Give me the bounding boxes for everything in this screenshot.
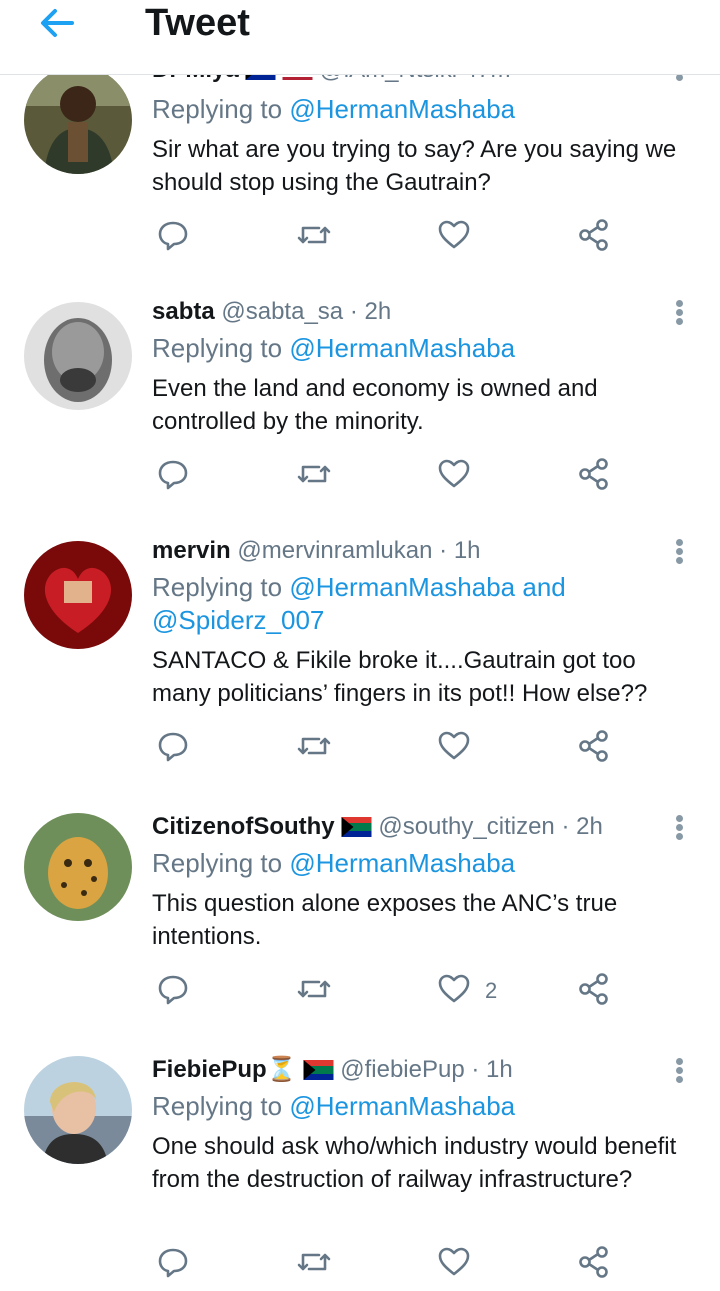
more-options-button[interactable] [668, 294, 692, 330]
share-button[interactable] [577, 972, 611, 1012]
tweet-item[interactable]: Dr Miya @iAm_Ntsiki 47m Replying to @Her… [0, 56, 720, 278]
replying-to: Replying to @HermanMashaba [152, 94, 516, 124]
reply-button[interactable] [156, 457, 190, 497]
like-icon [437, 220, 471, 256]
retweet-icon [295, 980, 333, 1010]
tweet-actions [152, 1245, 622, 1285]
reply-button[interactable] [156, 972, 190, 1012]
back-button[interactable] [32, 0, 82, 46]
reply-button[interactable] [156, 218, 190, 258]
share-button[interactable] [577, 457, 611, 497]
display-name[interactable]: mervin [152, 537, 231, 564]
mention-link[interactable]: @HermanMashaba [289, 94, 515, 124]
like-button[interactable] [437, 218, 471, 258]
avatar[interactable] [24, 541, 132, 649]
mention-link[interactable]: @HermanMashaba [289, 1091, 515, 1121]
share-button[interactable] [577, 218, 611, 258]
tweet-actions [152, 218, 622, 258]
tweet-item[interactable]: sabta @sabta_sa · 2h Replying to @Herman… [0, 277, 720, 517]
like-button[interactable]: 2 [437, 972, 497, 1012]
display-name[interactable]: FiebiePup [152, 1056, 267, 1083]
share-icon [577, 458, 611, 495]
app-header: Tweet [0, 0, 720, 75]
retweet-button[interactable] [295, 457, 333, 497]
share-icon [577, 730, 611, 767]
like-button[interactable] [437, 457, 471, 497]
replying-to: Replying to @HermanMashaba [152, 333, 516, 363]
display-name[interactable]: sabta [152, 298, 215, 325]
like-button[interactable] [437, 1245, 471, 1285]
reply-icon [156, 460, 190, 495]
reply-button[interactable] [156, 1245, 190, 1285]
page-title: Tweet [145, 2, 250, 44]
user-handle[interactable]: @mervinramlukan [237, 537, 432, 564]
share-button[interactable] [577, 1245, 611, 1285]
tweet-text: Sir what are you trying to say? Are you … [152, 136, 677, 196]
avatar[interactable] [24, 302, 132, 410]
tweet-actions [152, 457, 622, 497]
reply-icon [156, 975, 190, 1010]
like-count: 2 [485, 978, 498, 1003]
tweet-item[interactable]: CitizenofSouthy @southy_citizen · 2h Rep… [0, 788, 720, 1032]
retweet-button[interactable] [295, 1245, 333, 1285]
tweet-meta: FiebiePup⏳ @fiebiePup · 1h [152, 1056, 513, 1083]
avatar[interactable] [24, 813, 132, 921]
like-icon [437, 459, 471, 495]
tweet-time: 1h [486, 1056, 513, 1083]
tweet-time: 2h [576, 813, 603, 840]
south-africa-flag-icon [303, 1060, 334, 1080]
user-handle[interactable]: @sabta_sa [221, 298, 343, 325]
retweet-button[interactable] [295, 218, 333, 258]
back-arrow-icon [41, 9, 74, 37]
replying-to: Replying to @HermanMashaba [152, 848, 516, 878]
retweet-icon [295, 1253, 333, 1283]
tweet-text: Even the land and economy is owned and c… [152, 375, 598, 435]
mention-link[interactable]: @HermanMashaba [289, 333, 515, 363]
retweet-button[interactable] [295, 972, 333, 1012]
like-button[interactable] [437, 729, 471, 769]
tweet-meta: sabta @sabta_sa · 2h [152, 298, 392, 325]
south-africa-flag-icon [341, 817, 372, 837]
tweet-time: 2h [364, 298, 392, 325]
replying-to: Replying to @HermanMashaba and @Spiderz_… [152, 572, 566, 635]
avatar[interactable] [24, 66, 132, 174]
tweet-meta: mervin @mervinramlukan · 1h [152, 537, 481, 564]
share-icon [577, 219, 611, 256]
share-icon [577, 1246, 611, 1283]
retweet-icon [295, 226, 333, 256]
retweet-icon [295, 465, 333, 495]
user-handle[interactable]: @fiebiePup [340, 1056, 464, 1083]
tweet-item[interactable]: mervin @mervinramlukan · 1h Replying to … [0, 516, 720, 789]
mention-link[interactable]: @HermanMashaba [289, 848, 515, 878]
like-icon [437, 974, 471, 1010]
user-handle[interactable]: @southy_citizen [378, 813, 554, 840]
tweet-text: SANTACO & Fikile broke it....Gautrain go… [152, 647, 648, 707]
tweet-meta: CitizenofSouthy @southy_citizen · 2h [152, 813, 603, 840]
tweet-time: 1h [453, 537, 481, 564]
share-icon [577, 973, 611, 1010]
tweet-text: One should ask who/which industry would … [152, 1133, 677, 1193]
reply-icon [156, 1248, 190, 1283]
tweet-actions [152, 729, 622, 769]
hourglass-icon: ⏳ [266, 1056, 297, 1083]
tweet-actions: 2 [152, 972, 622, 1012]
tweet-text: This question alone exposes the ANC’s tr… [152, 890, 618, 950]
reply-button[interactable] [156, 729, 190, 769]
avatar[interactable] [24, 1056, 132, 1164]
retweet-icon [295, 737, 333, 767]
reply-icon [156, 732, 190, 767]
display-name[interactable]: CitizenofSouthy [152, 813, 335, 840]
more-options-button[interactable] [668, 533, 692, 569]
more-options-button[interactable] [668, 1052, 692, 1088]
more-options-button[interactable] [668, 809, 692, 845]
like-icon [437, 731, 471, 767]
reply-icon [156, 221, 190, 256]
like-icon [437, 1247, 471, 1283]
tweet-item[interactable]: FiebiePup⏳ @fiebiePup · 1h Replying to @… [0, 1031, 720, 1291]
replying-to: Replying to @HermanMashaba [152, 1091, 516, 1121]
share-button[interactable] [577, 729, 611, 769]
retweet-button[interactable] [295, 729, 333, 769]
